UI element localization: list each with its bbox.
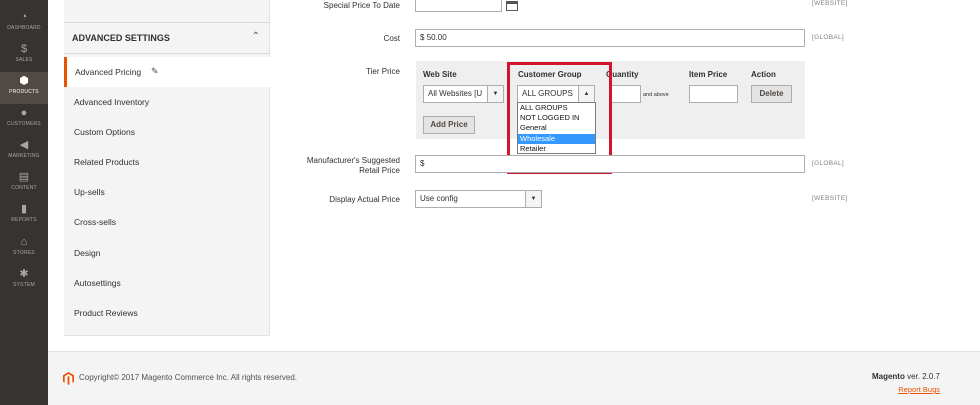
nav-products[interactable]: ⬢ PRODUCTS	[0, 72, 48, 104]
col-header-action: Action	[751, 70, 776, 79]
panel-link-product-reviews[interactable]: Product Reviews	[64, 298, 270, 328]
and-above-note: and above	[643, 92, 669, 98]
advanced-settings-title: ADVANCED SETTINGS	[72, 33, 170, 43]
panel-link-cross-sells[interactable]: Cross-sells	[64, 207, 270, 237]
calendar-icon[interactable]	[506, 1, 518, 11]
dashboard-icon: ◔	[20, 11, 28, 23]
chevron-up-icon: ⌃	[251, 31, 260, 42]
col-header-item-price: Item Price	[689, 70, 728, 79]
cost-value: 50.00	[426, 33, 447, 42]
panel-link-advanced-pricing[interactable]: Advanced Pricing ✎	[64, 57, 270, 87]
store-icon: ⌂	[20, 236, 28, 248]
nav-customers[interactable]: ● CUSTOMERS	[0, 104, 48, 136]
chevron-down-icon: ▼	[487, 86, 503, 102]
panel-link-design[interactable]: Design	[64, 238, 270, 268]
dollar-icon: $	[20, 43, 28, 55]
tier-price-label: Tier Price	[366, 67, 400, 76]
cost-label: Cost	[383, 34, 400, 43]
msrp-input[interactable]: $	[415, 155, 805, 173]
nav-stores[interactable]: ⌂ STORES	[0, 233, 48, 265]
advanced-settings-panel: ADVANCED SETTINGS ⌃ Advanced Pricing ✎ A…	[64, 0, 270, 336]
display-price-scope: [WEBSITE]	[812, 195, 848, 202]
msrp-label-line2: Retail Price	[359, 166, 400, 175]
report-bugs-link[interactable]: Report Bugs	[898, 385, 940, 394]
magento-logo-icon	[63, 372, 74, 385]
col-header-website: Web Site	[423, 70, 457, 79]
msrp-label-line1: Manufacturer's Suggested	[306, 156, 400, 165]
page-footer: Copyright© 2017 Magento Commerce Inc. Al…	[48, 351, 980, 405]
website-select[interactable]: All Websites [U ▼	[423, 85, 504, 103]
bar-chart-icon: ▮	[20, 203, 28, 215]
panel-link-custom-options[interactable]: Custom Options	[64, 117, 270, 147]
magento-admin: ◔ DASHBOARD $ SALES ⬢ PRODUCTS ● CUSTOME…	[0, 0, 980, 405]
pencil-icon: ✎	[151, 66, 159, 76]
item-price-input[interactable]	[689, 85, 738, 103]
special-price-scope: [WEBSITE]	[812, 0, 848, 7]
quantity-input[interactable]	[610, 85, 641, 103]
panel-link-advanced-inventory[interactable]: Advanced Inventory	[64, 87, 270, 117]
advanced-settings-header[interactable]: ADVANCED SETTINGS ⌃	[64, 22, 270, 54]
add-price-button[interactable]: Add Price	[423, 116, 475, 134]
version-text: Magento ver. 2.0.7	[871, 372, 940, 381]
special-price-to-date-input[interactable]	[415, 0, 502, 12]
nav-system[interactable]: ✱ SYSTEM	[0, 265, 48, 297]
msrp-scope: [GLOBAL]	[812, 160, 845, 167]
content-icon: ▤	[18, 171, 30, 183]
nav-sales[interactable]: $ SALES	[0, 40, 48, 72]
gear-icon: ✱	[19, 268, 29, 280]
msrp-currency: $	[420, 159, 425, 168]
display-actual-price-select[interactable]: Use config ▼	[415, 190, 542, 208]
user-icon: ●	[20, 107, 28, 119]
nav-marketing[interactable]: ◀ MARKETING	[0, 136, 48, 168]
cost-currency: $	[420, 33, 425, 42]
nav-content[interactable]: ▤ CONTENT	[0, 168, 48, 200]
display-actual-price-label: Display Actual Price	[329, 195, 400, 204]
megaphone-icon: ◀	[19, 139, 29, 151]
panel-link-autosettings[interactable]: Autosettings	[64, 268, 270, 298]
copyright-text: Copyright© 2017 Magento Commerce Inc. Al…	[79, 373, 297, 382]
nav-dashboard[interactable]: ◔ DASHBOARD	[0, 8, 48, 40]
special-price-to-date-label: Special Price To Date	[323, 1, 400, 10]
chevron-down-icon: ▼	[525, 191, 541, 207]
panel-link-related-products[interactable]: Related Products	[64, 147, 270, 177]
cost-input[interactable]: $ 50.00	[415, 29, 805, 47]
delete-button[interactable]: Delete	[751, 85, 792, 103]
admin-sidebar: ◔ DASHBOARD $ SALES ⬢ PRODUCTS ● CUSTOME…	[0, 0, 48, 405]
cost-scope: [GLOBAL]	[812, 34, 845, 41]
panel-link-up-sells[interactable]: Up-sells	[64, 177, 270, 207]
nav-reports[interactable]: ▮ REPORTS	[0, 200, 48, 232]
cube-icon: ⬢	[19, 75, 29, 87]
